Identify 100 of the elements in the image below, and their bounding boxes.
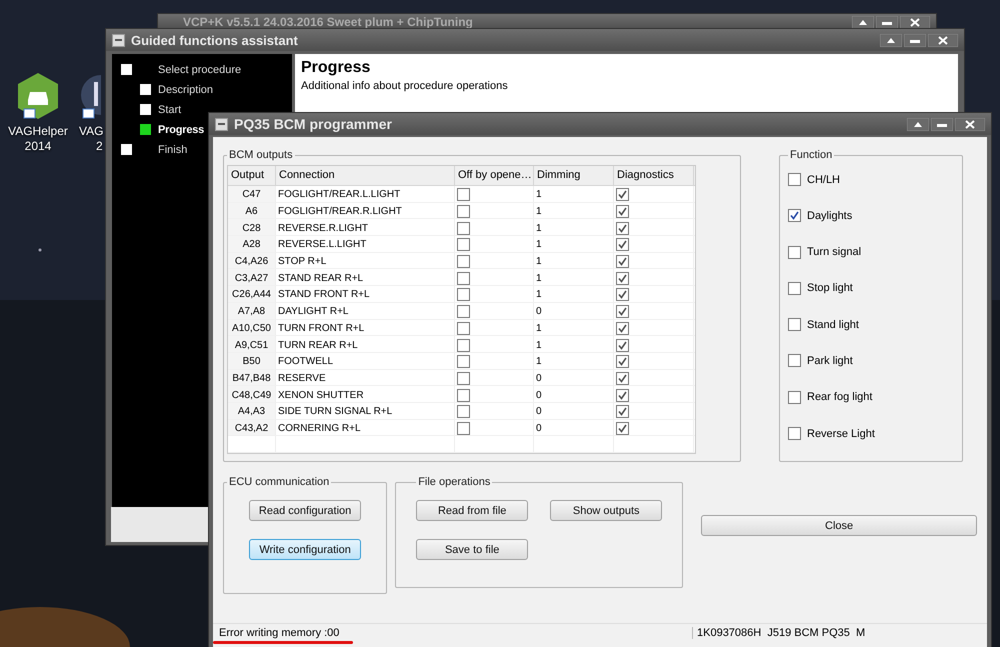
table-cell: FOOTWELL bbox=[276, 352, 455, 369]
checkbox[interactable] bbox=[457, 288, 470, 302]
checkbox[interactable] bbox=[788, 209, 801, 222]
checkbox[interactable] bbox=[457, 405, 470, 418]
table-cell: REVERSE.L.LIGHT bbox=[276, 236, 455, 252]
window-title: VCP+K v5.5.1 24.03.2016 Sweet plum + ChipTuning bbox=[183, 15, 473, 29]
checkbox[interactable] bbox=[457, 255, 470, 268]
table-cell: 1 bbox=[534, 186, 614, 202]
table-cell: 1 bbox=[534, 219, 614, 236]
checkbox[interactable] bbox=[457, 422, 470, 435]
checkbox[interactable] bbox=[616, 288, 629, 302]
checkbox[interactable] bbox=[616, 222, 629, 235]
checkbox[interactable] bbox=[457, 305, 470, 318]
maximize-icon[interactable] bbox=[880, 34, 902, 46]
step-label[interactable]: Progress bbox=[158, 124, 204, 136]
table-cell: C43,A2 bbox=[228, 420, 276, 436]
checkbox-label[interactable]: Reverse Light bbox=[807, 428, 875, 440]
action-button[interactable]: Show outputs bbox=[550, 500, 662, 521]
step-description: Additional info about procedure operations bbox=[301, 80, 509, 92]
checkbox[interactable] bbox=[457, 188, 470, 202]
icon-label: 2 bbox=[95, 139, 103, 154]
checkbox[interactable] bbox=[616, 355, 629, 368]
window-title: PQ35 BCM programmer bbox=[234, 116, 392, 132]
minimize-icon[interactable] bbox=[876, 16, 898, 28]
checkbox[interactable] bbox=[457, 372, 470, 385]
checkbox[interactable] bbox=[788, 390, 801, 404]
close-icon[interactable] bbox=[955, 118, 985, 130]
step-label[interactable]: Finish bbox=[158, 144, 188, 156]
column-header[interactable]: Diagnostics bbox=[614, 166, 694, 185]
system-menu-icon[interactable] bbox=[112, 34, 125, 46]
group-label: Function bbox=[789, 149, 834, 161]
checkbox[interactable] bbox=[457, 388, 470, 402]
checkbox[interactable] bbox=[616, 422, 629, 435]
step-label[interactable]: Description bbox=[158, 84, 214, 96]
action-button[interactable]: Write configuration bbox=[249, 539, 362, 560]
checkbox[interactable] bbox=[616, 388, 629, 402]
table-cell: A6 bbox=[228, 202, 276, 218]
table-cell: C26,A44 bbox=[228, 286, 276, 302]
checkbox[interactable] bbox=[788, 173, 801, 186]
table-cell: 1 bbox=[534, 269, 614, 286]
checkbox[interactable] bbox=[788, 354, 801, 368]
car-app-icon[interactable] bbox=[16, 72, 60, 120]
minimize-icon[interactable] bbox=[931, 118, 953, 130]
table-cell: C3,A27 bbox=[228, 269, 276, 286]
table-cell: TURN FRONT R+L bbox=[276, 320, 455, 336]
step-label[interactable]: Select procedure bbox=[158, 64, 242, 76]
table-cell: 0 bbox=[534, 302, 614, 318]
table-cell: C47 bbox=[228, 186, 276, 202]
checkbox[interactable] bbox=[457, 322, 470, 335]
maximize-icon[interactable] bbox=[852, 16, 874, 28]
checkbox[interactable] bbox=[457, 355, 470, 368]
close-button[interactable]: Close bbox=[701, 515, 977, 536]
column-header[interactable]: Dimming bbox=[534, 166, 614, 185]
checkbox-label[interactable]: Park light bbox=[807, 354, 853, 367]
checkbox-label[interactable]: Daylights bbox=[807, 210, 852, 222]
table-cell: RESERVE bbox=[276, 370, 455, 386]
table-cell: TURN REAR R+L bbox=[276, 336, 455, 352]
checkbox[interactable] bbox=[616, 255, 629, 268]
column-header[interactable]: Off by opene… bbox=[455, 166, 534, 185]
checkbox[interactable] bbox=[788, 282, 801, 295]
app-icon[interactable] bbox=[81, 72, 101, 120]
checkbox[interactable] bbox=[788, 246, 801, 259]
maximize-icon[interactable] bbox=[907, 118, 929, 130]
table-cell: 0 bbox=[534, 402, 614, 419]
minimize-icon[interactable] bbox=[904, 34, 926, 46]
close-icon[interactable] bbox=[928, 34, 958, 46]
checkbox[interactable] bbox=[616, 238, 629, 252]
table-cell: 0 bbox=[534, 370, 614, 386]
checkbox[interactable] bbox=[616, 338, 629, 352]
table-cell: C4,A26 bbox=[228, 252, 276, 268]
checkbox[interactable] bbox=[788, 318, 801, 332]
action-button[interactable]: Read from file bbox=[416, 500, 528, 521]
checkbox-label[interactable]: Rear fog light bbox=[807, 391, 872, 404]
checkbox[interactable] bbox=[616, 272, 629, 285]
checkbox[interactable] bbox=[616, 205, 629, 218]
icon-label: VAGHelper bbox=[8, 124, 68, 139]
system-menu-icon[interactable] bbox=[215, 118, 228, 130]
checkbox[interactable] bbox=[616, 305, 629, 318]
column-header[interactable]: Connection bbox=[276, 166, 455, 185]
action-button[interactable]: Read configuration bbox=[249, 500, 362, 521]
close-icon[interactable] bbox=[900, 16, 930, 28]
checkbox[interactable] bbox=[457, 222, 470, 235]
checkbox[interactable] bbox=[457, 338, 470, 352]
action-button[interactable]: Save to file bbox=[416, 539, 528, 560]
checkbox[interactable] bbox=[616, 188, 629, 202]
checkbox-label[interactable]: Stop light bbox=[807, 282, 853, 294]
checkbox[interactable] bbox=[457, 272, 470, 285]
checkbox-label[interactable]: Stand light bbox=[807, 318, 859, 331]
checkbox[interactable] bbox=[457, 238, 470, 252]
checkbox[interactable] bbox=[616, 405, 629, 418]
checkbox[interactable] bbox=[616, 372, 629, 385]
checkbox[interactable] bbox=[616, 322, 629, 335]
step-label[interactable]: Start bbox=[158, 104, 182, 116]
checkbox-label[interactable]: CH/LH bbox=[807, 174, 840, 186]
checkbox[interactable] bbox=[457, 205, 470, 218]
column-header[interactable]: Output bbox=[228, 166, 276, 185]
checkbox-label[interactable]: Turn signal bbox=[807, 246, 862, 258]
icon-label: VAG bbox=[79, 124, 104, 139]
table-cell: A9,C51 bbox=[228, 336, 276, 352]
checkbox[interactable] bbox=[788, 427, 801, 440]
